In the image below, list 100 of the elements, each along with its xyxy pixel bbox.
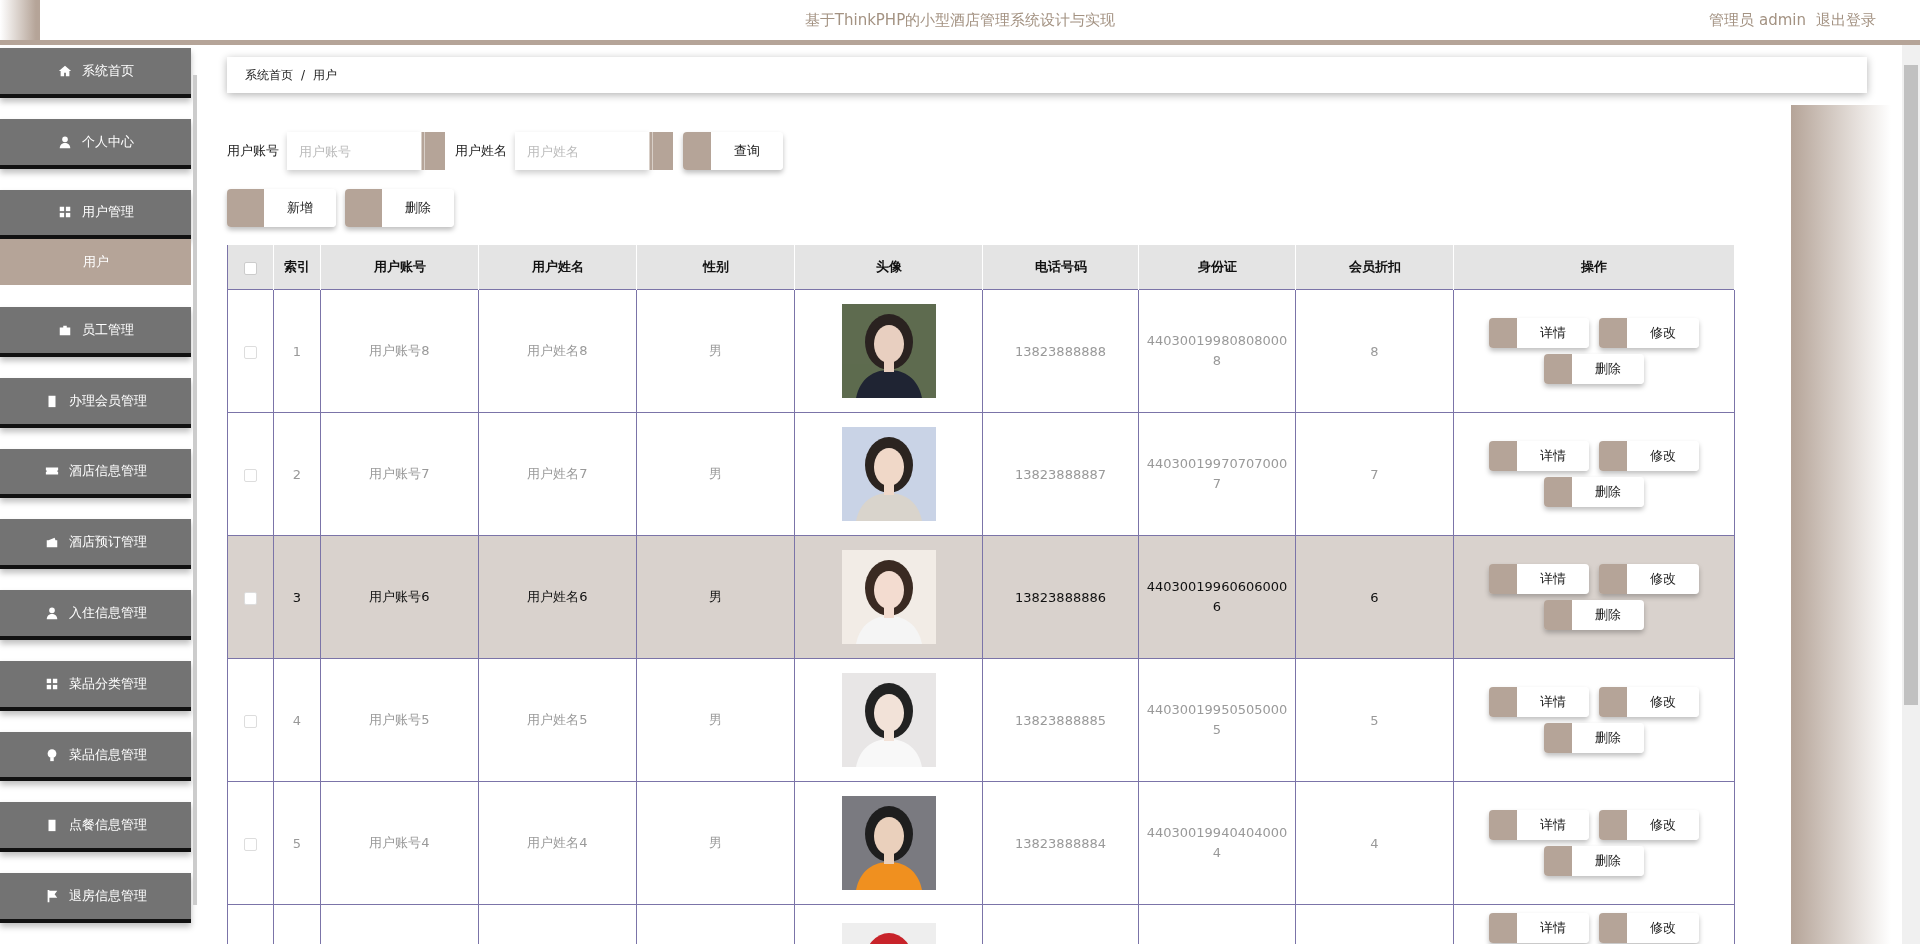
row-action-button[interactable]: 详情 xyxy=(1489,810,1589,840)
row-action-button[interactable]: 删除 xyxy=(1544,846,1644,876)
row-action-button[interactable]: 详情 xyxy=(1489,687,1589,717)
menu-item[interactable]: 退房信息管理 xyxy=(0,873,191,923)
menu-item[interactable]: 入住信息管理 xyxy=(0,590,191,640)
table-cell: 7 xyxy=(1370,466,1379,482)
row-action-button[interactable]: 修改 xyxy=(1599,441,1699,471)
row-action-button[interactable]: 详情 xyxy=(1489,441,1589,471)
table-cell: 3 xyxy=(292,589,302,605)
table-cell: 13823888887 xyxy=(1015,466,1106,482)
menu-item[interactable]: 个人中心 xyxy=(0,118,191,169)
row-action-button[interactable]: 修改 xyxy=(1599,318,1699,348)
field-decoration xyxy=(421,132,445,170)
row-checkbox[interactable] xyxy=(244,468,257,482)
menu-item[interactable]: 点餐信息管理 xyxy=(0,802,191,853)
breadcrumb-link[interactable]: 用户 xyxy=(313,66,338,84)
row-action-button[interactable]: 修改 xyxy=(1599,810,1699,840)
menu-item[interactable]: 员工管理 xyxy=(0,307,191,357)
table-cell: 男 xyxy=(709,835,722,850)
table-cell: 13823888886 xyxy=(1015,589,1106,605)
table-cell: 用户账号4 xyxy=(369,835,430,850)
search-field[interactable]: 用户账号 xyxy=(287,132,421,170)
table-cell: 用户姓名4 xyxy=(527,835,588,850)
table-cell: 男 xyxy=(709,712,722,727)
table-cell: 440300199707070007 xyxy=(1146,456,1288,491)
row-action-button[interactable]: 修改 xyxy=(1599,564,1699,594)
table-cell: 用户账号8 xyxy=(369,343,430,358)
table-cell: 6 xyxy=(1370,589,1379,605)
table-cell: 用户账号6 xyxy=(369,589,430,604)
table-row[interactable]: 2 用户账号7 用户姓名7 男 13823888887 440300199707070007 7 详情 修改 删除 xyxy=(227,412,1735,536)
table-cell: 13823888885 xyxy=(1015,712,1106,728)
table-cell: 440300199808080008 xyxy=(1146,333,1288,368)
column-header: 性别 xyxy=(702,259,729,274)
table-row[interactable]: 5 用户账号4 用户姓名4 男 13823888884 440300199404040004 4 详情 修改 删除 xyxy=(227,781,1735,905)
row-action-button[interactable]: 删除 xyxy=(1544,354,1644,384)
breadcrumb-link[interactable]: 系统首页 xyxy=(245,66,293,84)
row-action-button[interactable]: 详情 xyxy=(1489,913,1589,943)
row-action-button[interactable]: 修改 xyxy=(1599,913,1699,943)
breadcrumb-separator: / xyxy=(301,68,306,82)
column-header: 操作 xyxy=(1581,259,1607,274)
table-cell: 男 xyxy=(709,466,722,481)
search-button[interactable]: 查询 xyxy=(683,132,783,170)
menu-item[interactable]: 酒店预订管理 xyxy=(0,519,191,570)
grid-icon xyxy=(44,676,59,691)
select-all-checkbox[interactable] xyxy=(244,261,257,275)
scrollbar[interactable] xyxy=(1902,45,1920,944)
table-cell: 用户姓名5 xyxy=(527,712,588,727)
row-checkbox[interactable] xyxy=(244,591,257,605)
column-header: 头像 xyxy=(875,259,902,274)
menu-item[interactable]: 菜品分类管理 xyxy=(0,660,191,711)
table-cell: 用户姓名7 xyxy=(527,466,588,481)
column-header: 用户账号 xyxy=(373,259,426,274)
wallet-icon xyxy=(44,535,59,550)
table-cell: 4 xyxy=(1370,835,1379,851)
row-checkbox[interactable] xyxy=(244,837,257,851)
person-icon xyxy=(44,606,59,620)
user-label: 管理员 admin xyxy=(1709,10,1806,30)
row-action-button[interactable]: 修改 xyxy=(1599,687,1699,717)
table-cell: 440300199505050005 xyxy=(1146,702,1288,737)
table-row[interactable]: 1 用户账号8 用户姓名8 男 13823888888 440300199808080008 8 详情 修改 删除 xyxy=(227,289,1735,413)
table-cell: 8 xyxy=(1370,343,1379,359)
table-row[interactable]: 4 用户账号5 用户姓名5 男 13823888885 440300199505050005 5 详情 修改 删除 xyxy=(227,658,1735,782)
row-action-button[interactable]: 删除 xyxy=(1544,477,1644,507)
menu-item[interactable]: 用户管理 xyxy=(0,189,191,240)
table-cell: 用户账号5 xyxy=(369,712,430,727)
table-row[interactable]: 详情 修改 xyxy=(227,904,1735,944)
table-cell: 440300199404040004 xyxy=(1146,825,1288,860)
table-cell: 男 xyxy=(709,589,722,604)
table-cell: 用户姓名6 xyxy=(527,589,588,604)
row-action-button[interactable]: 详情 xyxy=(1489,564,1589,594)
menu-item[interactable]: 酒店信息管理 xyxy=(0,448,191,499)
row-checkbox[interactable] xyxy=(244,345,257,359)
table-cell: 4 xyxy=(292,712,302,728)
menu-item[interactable]: 办理会员管理 xyxy=(0,377,191,428)
action-button[interactable]: 新增 xyxy=(227,189,336,227)
field-label: 用户账号 xyxy=(227,142,279,160)
table-cell: 13823888884 xyxy=(1015,835,1106,851)
row-checkbox[interactable] xyxy=(244,714,257,728)
table-row[interactable]: 3 用户账号6 用户姓名6 男 13823888886 440300199606060006 6 详情 修改 删除 xyxy=(227,535,1735,659)
table-cell: 男 xyxy=(709,343,722,358)
column-header: 索引 xyxy=(284,259,310,274)
search-field[interactable]: 用户姓名 xyxy=(515,132,649,170)
table-cell: 2 xyxy=(292,466,302,482)
site-title: 基于ThinkPHP的小型酒店管理系统设计与实现 xyxy=(804,10,1116,30)
row-action-button[interactable]: 删除 xyxy=(1544,723,1644,753)
column-header: 会员折扣 xyxy=(1348,259,1401,274)
grid-icon xyxy=(57,205,72,220)
menu-item[interactable]: 菜品信息管理 xyxy=(0,731,191,782)
home-icon xyxy=(57,63,72,78)
person-icon xyxy=(57,134,72,149)
table-cell: 5 xyxy=(1370,712,1379,728)
column-header: 用户姓名 xyxy=(531,259,584,274)
menu-item[interactable]: 系统首页 xyxy=(0,48,191,98)
table-cell: 用户账号7 xyxy=(369,466,430,481)
table-cell: 13823888888 xyxy=(1015,343,1106,359)
row-action-button[interactable]: 详情 xyxy=(1489,318,1589,348)
column-header: 身份证 xyxy=(1197,259,1237,274)
column-header: 电话号码 xyxy=(1034,259,1087,274)
row-action-button[interactable]: 删除 xyxy=(1544,600,1644,630)
action-button[interactable]: 删除 xyxy=(345,189,454,227)
